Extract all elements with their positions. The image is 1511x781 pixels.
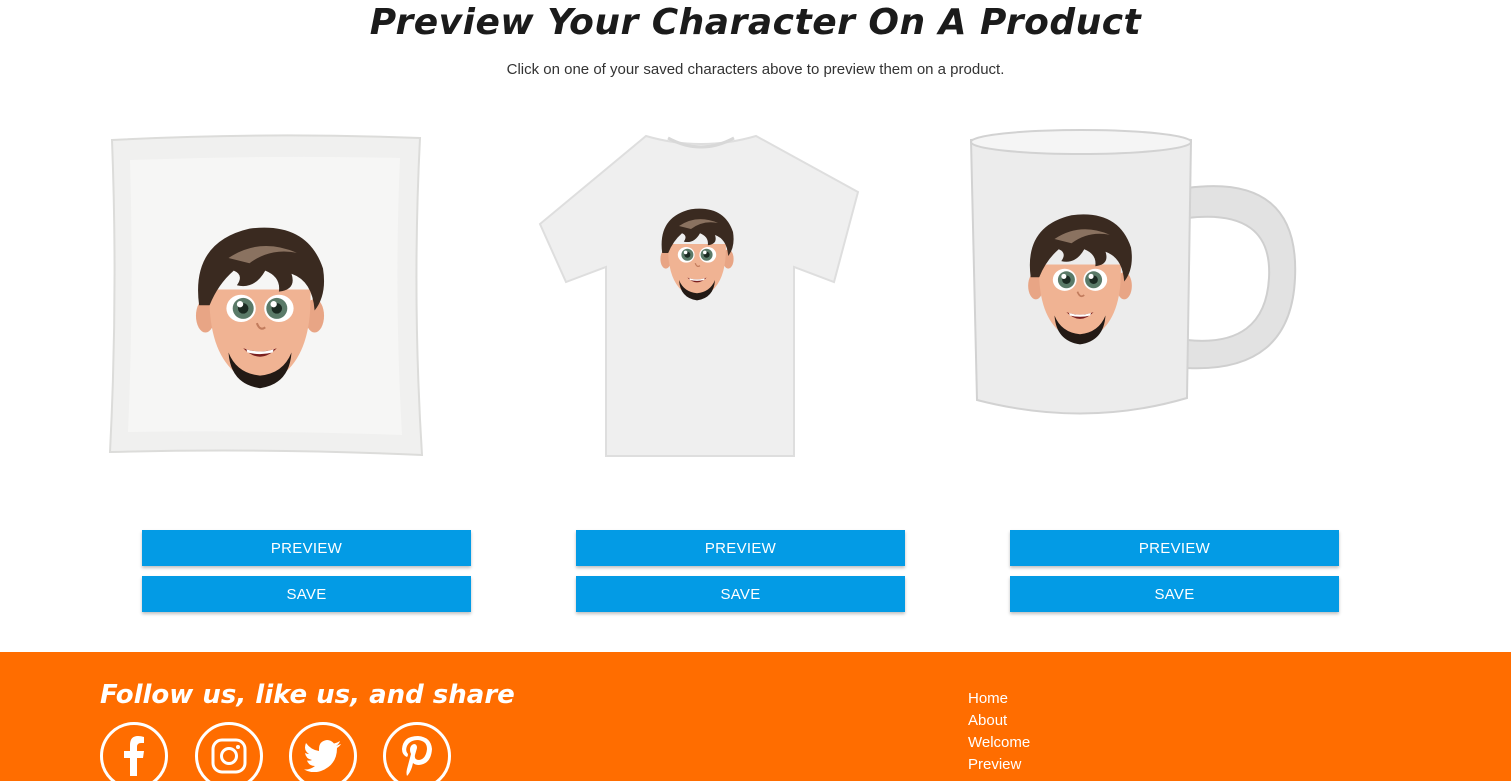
mug-preview-button[interactable]: PREVIEW — [1010, 530, 1339, 566]
pillow-preview-button[interactable]: PREVIEW — [142, 530, 471, 566]
mug-save-button[interactable]: SAVE — [1010, 576, 1339, 612]
footer-link-preview[interactable]: Preview — [968, 754, 1030, 776]
pillow-product-image — [100, 130, 430, 465]
footer-link-welcome[interactable]: Welcome — [968, 732, 1030, 754]
footer-link-home[interactable]: Home — [968, 688, 1030, 710]
pinterest-icon[interactable] — [383, 722, 451, 781]
facebook-icon[interactable] — [100, 722, 168, 781]
instagram-icon[interactable] — [195, 722, 263, 781]
twitter-icon[interactable] — [289, 722, 357, 781]
follow-heading: Follow us, like us, and share — [100, 680, 515, 710]
pillow-save-button[interactable]: SAVE — [142, 576, 471, 612]
page-title: Preview Your Character On A Product — [369, 2, 1142, 43]
t-shirt-preview-button[interactable]: PREVIEW — [576, 530, 905, 566]
mug-product-image — [965, 128, 1305, 428]
footer: Follow us, like us, and share Home About… — [0, 652, 1511, 781]
footer-link-about[interactable]: About — [968, 710, 1030, 732]
footer-nav: Home About Welcome Preview — [968, 688, 1030, 776]
t-shirt-save-button[interactable]: SAVE — [576, 576, 905, 612]
page-subtitle: Click on one of your saved characters ab… — [506, 61, 1005, 78]
t-shirt-product-image — [536, 132, 866, 462]
